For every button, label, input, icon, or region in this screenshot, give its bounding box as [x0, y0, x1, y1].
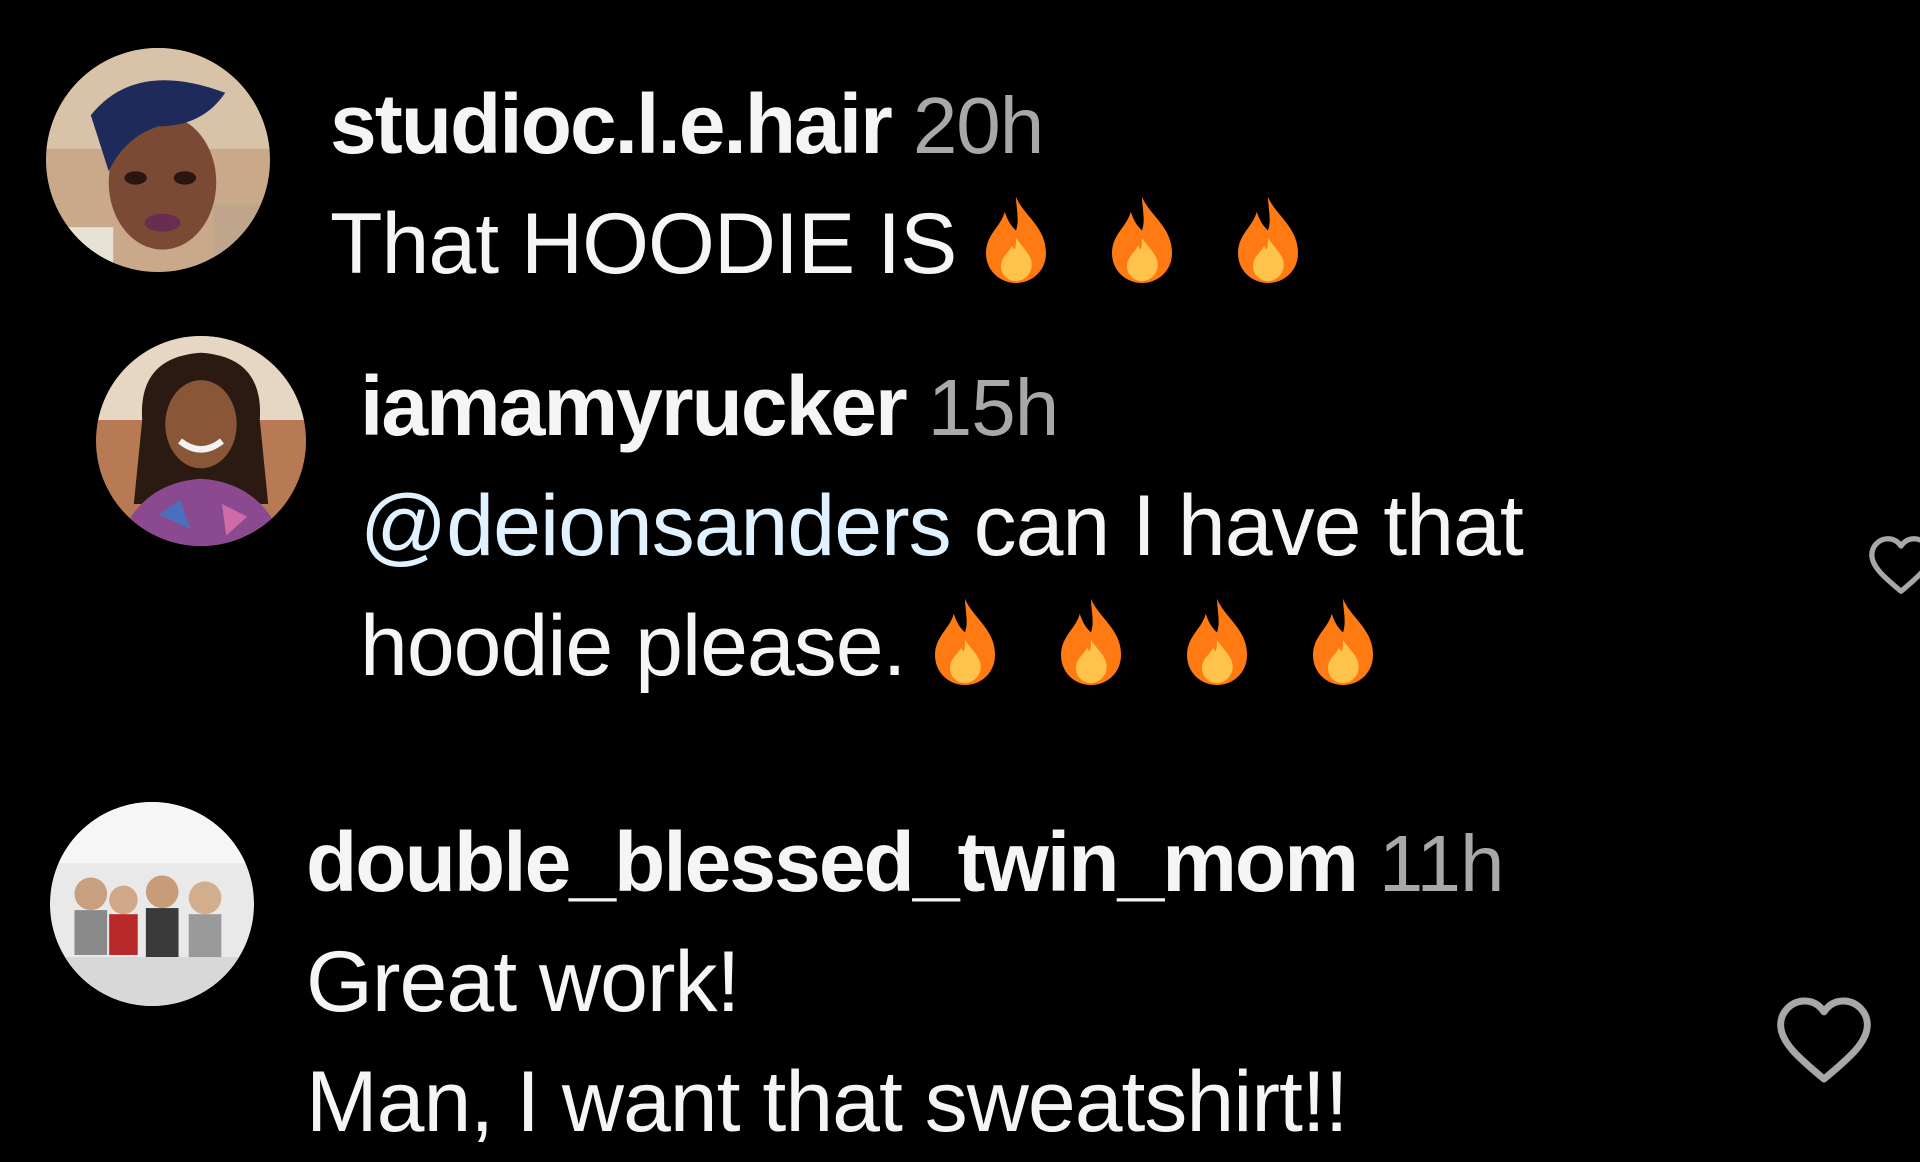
comment-text: hoodie please. [360, 586, 1523, 706]
comment-text: Man, I want that sweatshirt!! [306, 1042, 1503, 1162]
emoji-group [925, 595, 1429, 716]
comment-text: That HOODIE IS [330, 184, 1354, 304]
comment-header: double_blessed_twin_mom 11h [306, 802, 1505, 922]
timestamp[interactable]: 11h [1379, 819, 1505, 908]
comment-text-content: Great work! [306, 934, 740, 1030]
fire-icon [1051, 595, 1131, 685]
username-link[interactable]: iamamyrucker [360, 359, 908, 453]
username-link[interactable]: studioc.l.e.hair [330, 77, 893, 171]
heart-outline-icon[interactable] [1772, 988, 1876, 1092]
comment-text: Great work! [306, 922, 1503, 1042]
heart-outline-icon[interactable] [1866, 530, 1920, 600]
comment-text-content: That HOODIE IS [330, 196, 957, 292]
comment-header: iamamyrucker 15h [360, 346, 1523, 466]
avatar[interactable] [50, 802, 254, 1006]
comment-text-content: hoodie please. [360, 598, 906, 694]
fire-icon [976, 193, 1056, 283]
comment-header: studioc.l.e.hair 20h [330, 64, 1354, 184]
comment-text: @deionsanders can I have that [360, 466, 1524, 586]
fire-icon [1228, 193, 1308, 283]
fire-icon [1177, 595, 1257, 685]
avatar-image [46, 48, 270, 272]
timestamp[interactable]: 15h [928, 363, 1059, 452]
fire-icon [1303, 595, 1383, 685]
comment-text-content: Man, I want that sweatshirt!! [306, 1054, 1349, 1150]
fire-icon [1102, 193, 1182, 283]
avatar-image [50, 802, 254, 1006]
fire-icon [925, 595, 1005, 685]
comment-text-content: can I have that [950, 478, 1524, 574]
timestamp[interactable]: 20h [913, 81, 1044, 170]
avatar-image [96, 336, 306, 546]
emoji-group [976, 193, 1354, 314]
avatar[interactable] [96, 336, 306, 546]
mention-link[interactable]: @deionsanders [360, 478, 952, 574]
username-link[interactable]: double_blessed_twin_mom [306, 815, 1359, 909]
avatar[interactable] [46, 48, 270, 272]
